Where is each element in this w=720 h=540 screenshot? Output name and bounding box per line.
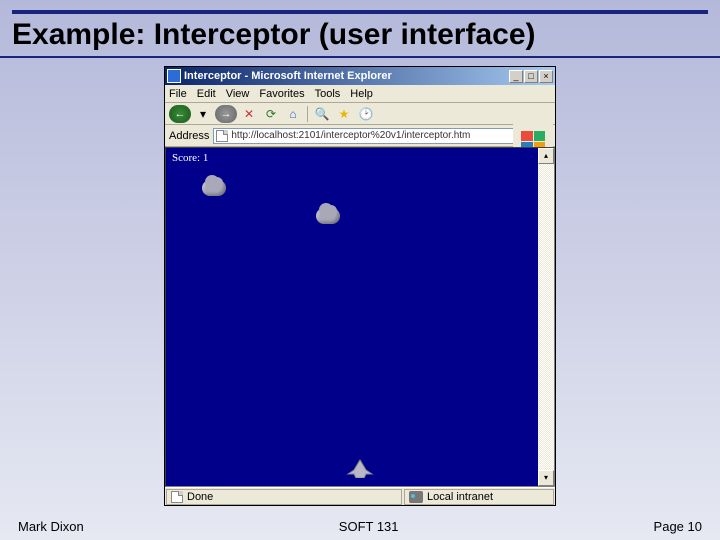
maximize-button[interactable]: □	[524, 70, 538, 83]
scroll-up-button[interactable]: ▴	[538, 148, 554, 164]
back-button[interactable]: ←	[169, 105, 191, 123]
status-zone: Local intranet	[427, 491, 493, 503]
menu-file[interactable]: File	[169, 88, 187, 100]
game-interceptor-ship[interactable]	[346, 458, 374, 478]
slide-footer: Mark Dixon SOFT 131 Page 10	[0, 519, 720, 534]
menu-view[interactable]: View	[226, 88, 250, 100]
zone-icon	[409, 491, 423, 503]
menu-tools[interactable]: Tools	[315, 88, 341, 100]
slide-underline	[0, 56, 720, 58]
menu-favorites[interactable]: Favorites	[259, 88, 304, 100]
page-icon	[216, 130, 228, 142]
browser-window: Interceptor - Microsoft Internet Explore…	[164, 66, 556, 506]
close-button[interactable]: ×	[539, 70, 553, 83]
window-title: Interceptor - Microsoft Internet Explore…	[184, 70, 509, 82]
minimize-button[interactable]: _	[509, 70, 523, 83]
app-icon	[167, 69, 181, 83]
score-label: Score: 1	[172, 152, 208, 164]
window-titlebar[interactable]: Interceptor - Microsoft Internet Explore…	[165, 67, 555, 85]
address-input[interactable]: http://localhost:2101/interceptor%20v1/i…	[213, 128, 531, 144]
menu-bar: File Edit View Favorites Tools Help	[165, 85, 555, 103]
search-button[interactable]: 🔍	[312, 105, 332, 123]
game-cloud[interactable]	[202, 180, 226, 196]
browser-content-area[interactable]: Score: 1 ▴ ▾	[165, 147, 555, 487]
home-button[interactable]: ⌂	[283, 105, 303, 123]
address-label: Address	[169, 130, 209, 142]
favorites-button[interactable]: ★	[334, 105, 354, 123]
slide-top-rule	[12, 10, 708, 14]
footer-course: SOFT 131	[339, 519, 399, 534]
refresh-button[interactable]: ⟳	[261, 105, 281, 123]
history-button[interactable]: 🕑	[356, 105, 376, 123]
toolbar-separator	[307, 106, 308, 122]
forward-button[interactable]: →	[215, 105, 237, 123]
stop-button[interactable]: ✕	[239, 105, 259, 123]
address-bar: Address http://localhost:2101/intercepto…	[165, 125, 555, 147]
toolbar: ← ▾ → ✕ ⟳ ⌂ 🔍 ★ 🕑	[165, 103, 555, 125]
scrollbar-vertical[interactable]: ▴ ▾	[538, 148, 554, 486]
back-dropdown[interactable]: ▾	[193, 105, 213, 123]
scroll-down-button[interactable]: ▾	[538, 470, 554, 486]
status-done: Done	[187, 491, 213, 503]
menu-help[interactable]: Help	[350, 88, 373, 100]
game-cloud[interactable]	[316, 208, 340, 224]
status-bar: Done Local intranet	[165, 487, 555, 505]
footer-author: Mark Dixon	[18, 519, 84, 534]
footer-page: Page 10	[654, 519, 702, 534]
address-value: http://localhost:2101/interceptor%20v1/i…	[231, 130, 470, 141]
menu-edit[interactable]: Edit	[197, 88, 216, 100]
slide-title: Example: Interceptor (user interface)	[0, 16, 720, 52]
done-icon	[171, 491, 183, 503]
